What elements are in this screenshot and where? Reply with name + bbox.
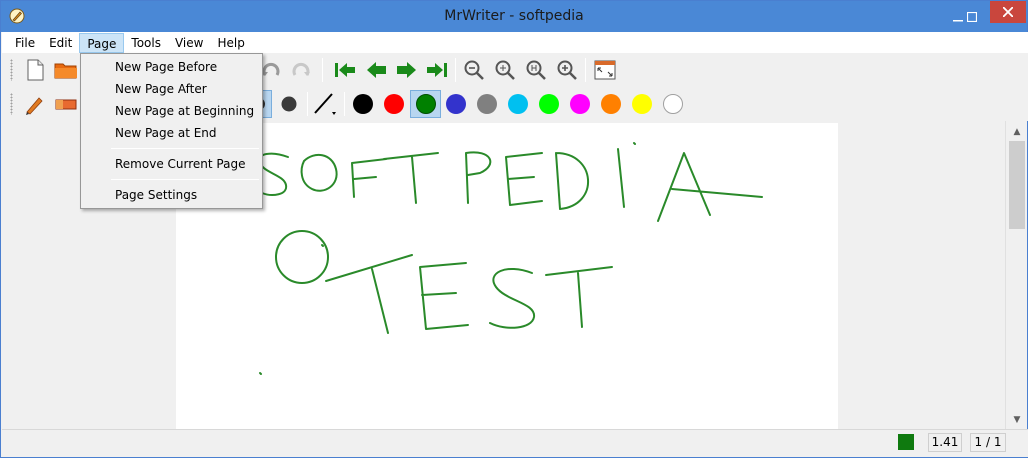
color-green-swatch[interactable] xyxy=(416,94,436,114)
line-style-icon xyxy=(314,93,336,115)
zoom-fit-icon xyxy=(495,60,515,80)
menu-bar: File Edit Page Tools View Help xyxy=(2,32,1028,53)
vertical-scrollbar[interactable]: ▲ ▼ xyxy=(1005,121,1027,429)
open-file-button[interactable] xyxy=(53,57,79,83)
pen-size-large-button[interactable] xyxy=(276,91,302,117)
color-blue-swatch[interactable] xyxy=(446,94,466,114)
last-page-icon xyxy=(427,63,447,77)
scroll-up-arrow[interactable]: ▲ xyxy=(1006,123,1028,140)
next-page-button[interactable] xyxy=(394,57,420,83)
page-counter: 1 / 1 xyxy=(970,433,1006,452)
app-window: MrWriter - softpedia File Edit Page Tool… xyxy=(0,0,1028,458)
title-bar[interactable]: MrWriter - softpedia xyxy=(1,1,1027,32)
first-page-icon xyxy=(335,63,355,77)
next-page-icon xyxy=(397,62,416,78)
zoom-fit-button[interactable] xyxy=(492,57,518,83)
menu-file[interactable]: File xyxy=(8,33,42,53)
redo-icon xyxy=(292,62,310,76)
close-button[interactable] xyxy=(990,1,1026,23)
first-page-button[interactable] xyxy=(332,57,358,83)
open-folder-icon xyxy=(54,63,77,79)
maximize-button[interactable] xyxy=(959,5,985,29)
pen-tool-button[interactable] xyxy=(22,91,48,117)
drawing-page[interactable] xyxy=(176,123,838,429)
toolbar-grip[interactable] xyxy=(10,59,13,81)
eraser-icon xyxy=(55,99,77,110)
zoom-out-icon xyxy=(464,60,484,80)
menu-page[interactable]: Page xyxy=(79,32,125,53)
zoom-in-button[interactable] xyxy=(554,57,580,83)
handwriting-drawing xyxy=(258,142,763,375)
page-menu-dropdown: New Page Before New Page After New Page … xyxy=(80,53,263,209)
zoom-width-button[interactable] xyxy=(523,57,549,83)
color-gray-swatch[interactable] xyxy=(477,94,497,114)
color-yellow-swatch[interactable] xyxy=(632,94,652,114)
color-lime-swatch[interactable] xyxy=(539,94,559,114)
zoom-in-icon xyxy=(557,60,577,80)
redo-button[interactable] xyxy=(288,57,314,83)
toolbar-grip-2[interactable] xyxy=(10,93,13,115)
color-magenta-swatch[interactable] xyxy=(570,94,590,114)
menu-remove-current-page[interactable]: Remove Current Page xyxy=(83,153,260,175)
last-page-button[interactable] xyxy=(424,57,450,83)
scroll-thumb[interactable] xyxy=(1009,141,1025,229)
menu-page-settings[interactable]: Page Settings xyxy=(83,184,260,206)
previous-page-icon xyxy=(367,62,386,78)
color-red-swatch[interactable] xyxy=(384,94,404,114)
new-file-icon xyxy=(27,59,44,81)
scroll-down-arrow[interactable]: ▼ xyxy=(1006,411,1028,428)
menu-new-page-at-end[interactable]: New Page at End xyxy=(83,122,260,144)
close-icon xyxy=(1003,7,1013,17)
previous-page-button[interactable] xyxy=(363,57,389,83)
zoom-level: 1.41 xyxy=(928,433,962,452)
menu-tools[interactable]: Tools xyxy=(124,33,168,53)
color-black-swatch[interactable] xyxy=(353,94,373,114)
fullscreen-button[interactable] xyxy=(592,57,618,83)
line-style-button[interactable] xyxy=(312,91,338,117)
zoom-out-button[interactable] xyxy=(461,57,487,83)
color-cyan-swatch[interactable] xyxy=(508,94,528,114)
maximize-icon xyxy=(967,12,977,22)
menu-new-page-at-beginning[interactable]: New Page at Beginning xyxy=(83,100,260,122)
color-orange-swatch[interactable] xyxy=(601,94,621,114)
menu-edit[interactable]: Edit xyxy=(42,33,79,53)
color-white-swatch[interactable] xyxy=(663,94,683,114)
undo-icon xyxy=(262,62,280,76)
eraser-tool-button[interactable] xyxy=(53,91,79,117)
menu-new-page-after[interactable]: New Page After xyxy=(83,78,260,100)
new-file-button[interactable] xyxy=(22,57,48,83)
pen-size-icon xyxy=(281,96,297,112)
status-bar: 1.41 1 / 1 xyxy=(2,429,1028,457)
current-color-indicator xyxy=(898,434,914,450)
menu-view[interactable]: View xyxy=(168,33,210,53)
menu-help[interactable]: Help xyxy=(210,33,251,53)
zoom-width-icon xyxy=(526,60,546,80)
window-title: MrWriter - softpedia xyxy=(444,8,584,24)
pen-icon xyxy=(26,97,43,115)
menu-new-page-before[interactable]: New Page Before xyxy=(83,56,260,78)
fullscreen-icon xyxy=(594,60,616,80)
